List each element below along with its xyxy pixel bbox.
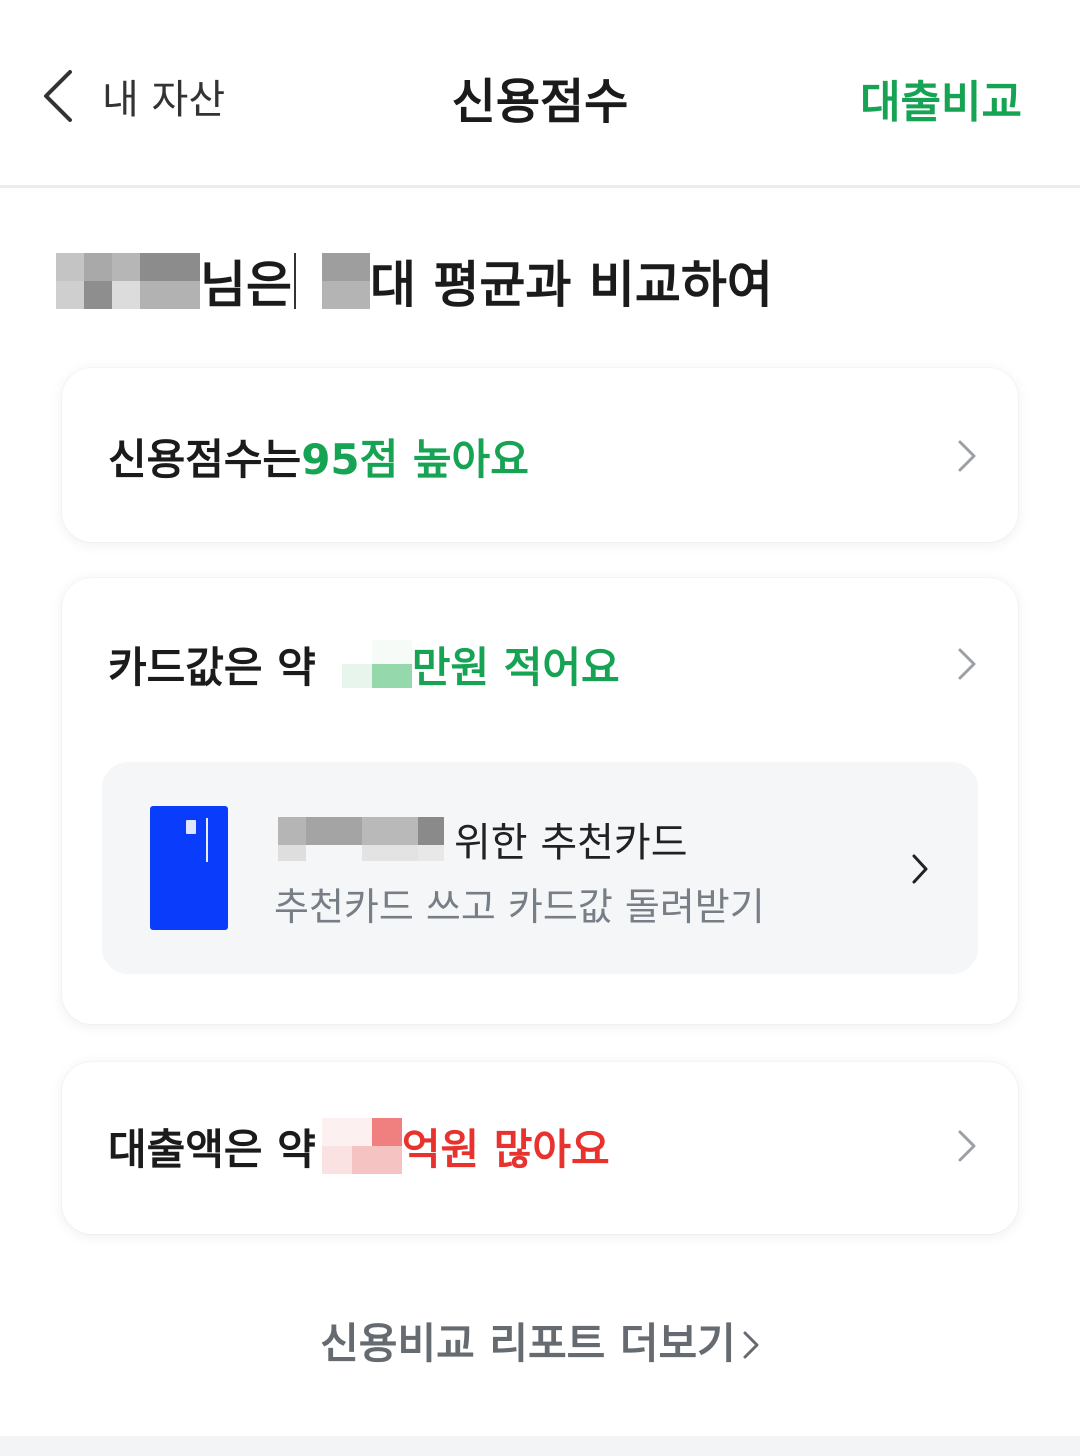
recommend-subtitle: 추천카드 쓰고 카드값 돌려받기 [274, 885, 765, 929]
credit-card-image [150, 806, 228, 930]
redacted-name [56, 253, 200, 309]
credit-score-label: 신용점수는 [108, 434, 302, 484]
top-bar: 내 자산 신용점수 대출비교 [0, 0, 1080, 188]
chevron-right-icon [958, 1130, 976, 1162]
recommend-title: 위한 추천카드 [278, 810, 688, 868]
loan-amount-label: 대출액은 약 [108, 1124, 316, 1174]
bottom-divider [0, 1436, 1080, 1456]
more-link-label: 신용비교 리포트 더보기 [320, 1319, 736, 1368]
loan-amount-card[interactable]: 대출액은 약 억원 많아요 [62, 1062, 1018, 1234]
chevron-right-icon [912, 854, 928, 884]
credit-score-row[interactable]: 신용점수는 95점 높아요 [108, 426, 978, 486]
loan-amount-row[interactable]: 대출액은 약 억원 많아요 [108, 1116, 978, 1176]
headline-name-suffix: 님은 [200, 256, 292, 314]
headline-age-suffix: 대 평균과 비교하여 [370, 256, 773, 314]
redacted-name [278, 817, 444, 861]
card-spending-card: 카드값은 약 만원 적어요 위한 추천카드 추천카드 쓰고 카드값 돌려받기 [62, 578, 1018, 1024]
back-label: 내 자산 [102, 77, 226, 123]
chevron-right-icon [958, 648, 976, 680]
card-spending-label: 카드값은 약 [108, 642, 316, 692]
loan-amount-value: 억원 많아요 [401, 1124, 610, 1174]
back-button[interactable]: 내 자산 [40, 64, 225, 128]
credit-score-value: 95점 높아요 [301, 434, 529, 484]
redacted-amount [321, 1118, 402, 1174]
redacted-amount [341, 640, 412, 688]
recommend-title-text: 위한 추천카드 [454, 820, 688, 866]
card-chip-icon [186, 820, 196, 834]
chevron-right-icon [958, 440, 976, 472]
card-logo-icon [206, 818, 216, 862]
redacted-age [322, 253, 370, 309]
text-divider [294, 253, 296, 309]
comparison-headline: 님은 대 평균과 비교하여 [56, 250, 773, 314]
credit-report-more-link[interactable]: 신용비교 리포트 더보기 [0, 1310, 1080, 1371]
chevron-left-icon [44, 70, 72, 122]
card-spending-value: 만원 적어요 [411, 642, 620, 692]
chevron-right-icon [743, 1331, 759, 1359]
credit-score-card[interactable]: 신용점수는 95점 높아요 [62, 368, 1018, 542]
card-spending-row[interactable]: 카드값은 약 만원 적어요 [108, 634, 978, 694]
loan-compare-button[interactable]: 대출비교 [860, 66, 1022, 130]
recommended-card-banner[interactable]: 위한 추천카드 추천카드 쓰고 카드값 돌려받기 [102, 762, 978, 974]
